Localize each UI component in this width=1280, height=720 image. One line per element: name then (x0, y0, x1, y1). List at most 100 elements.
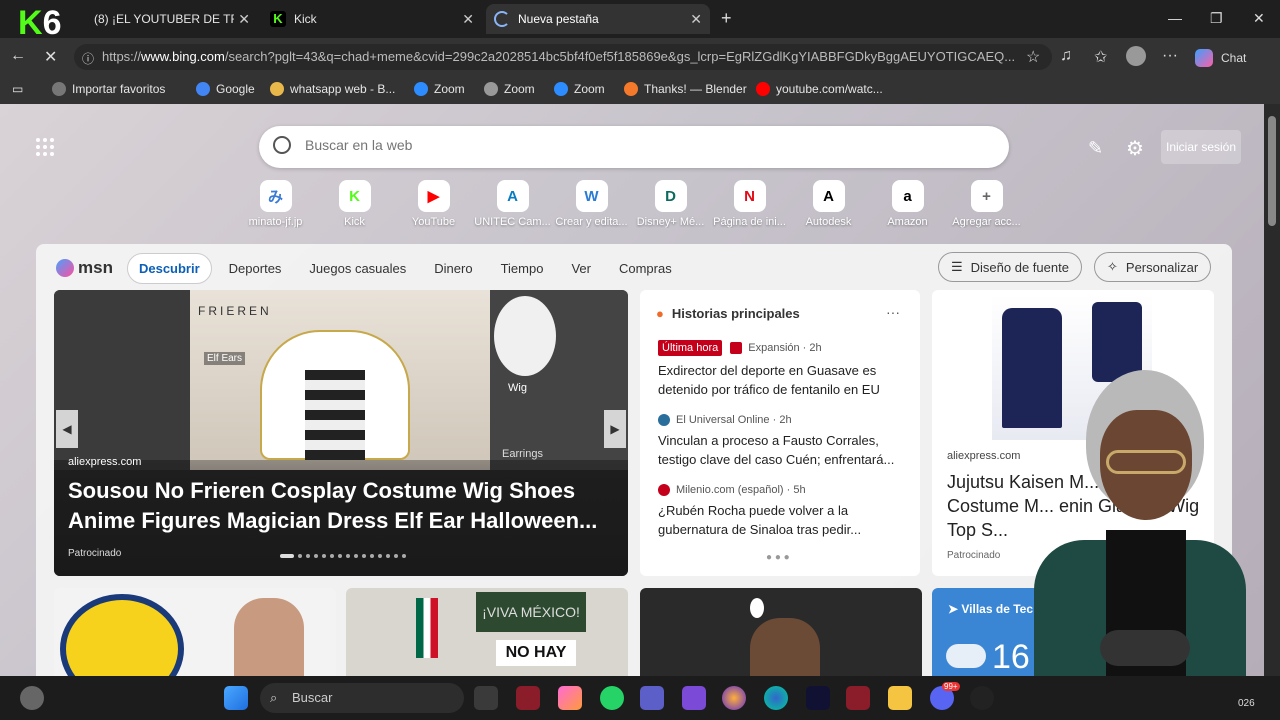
close-icon[interactable]: ✕ (238, 11, 250, 28)
font-design-button[interactable]: ☰ Diseño de fuente (938, 252, 1082, 282)
close-icon[interactable]: ✕ (690, 11, 702, 28)
news-card[interactable]: ¡VIVA MÉXICO! NO HAY (346, 588, 628, 676)
nav-deportes[interactable]: Deportes (218, 254, 293, 283)
stop-icon[interactable]: ✕ (44, 47, 57, 67)
start-icon[interactable] (224, 686, 248, 710)
disney-icon[interactable] (806, 686, 830, 710)
bookmark-label: Zoom (504, 82, 535, 96)
teams-icon[interactable] (640, 686, 664, 710)
quicklink-item[interactable]: W Crear y edita... (552, 180, 631, 228)
edge-icon[interactable] (764, 686, 788, 710)
story-title[interactable]: Vinculan a proceso a Fausto Corrales, te… (658, 431, 908, 469)
hero-title[interactable]: Sousou No Frieren Cosplay Costume Wig Sh… (68, 476, 608, 536)
quicklink-item[interactable]: K Kick (315, 180, 394, 228)
tab-kick[interactable]: K Kick ✕ (262, 4, 482, 34)
loading-icon (494, 11, 510, 27)
edit-icon[interactable]: ✎ (1088, 138, 1103, 159)
nav-descubrir[interactable]: Descubrir (126, 252, 212, 284)
nav-dinero[interactable]: Dinero (423, 254, 483, 283)
scrollbar[interactable] (1264, 104, 1280, 676)
bookmark-item[interactable]: Thanks! — Blender (624, 82, 747, 96)
video-card[interactable] (640, 588, 922, 676)
msn-logo[interactable]: msn (56, 258, 113, 278)
story-item[interactable]: Milenio.com (español) · 5h ¿Rubén Rocha … (658, 484, 908, 539)
quicklink-item[interactable]: D Disney+ Mé... (631, 180, 710, 228)
quicklink-item[interactable]: N Página de ini... (710, 180, 789, 228)
quicklink-item[interactable]: A Autodesk (789, 180, 868, 228)
profile-avatar[interactable] (1126, 46, 1146, 66)
copilot-button[interactable]: Chat (1195, 49, 1246, 67)
whatsapp-icon[interactable] (600, 686, 624, 710)
font-design-label: Diseño de fuente (970, 259, 1069, 275)
story-item[interactable]: Última hora Expansión · 2h Exdirector del… (658, 340, 908, 399)
quicklink-item[interactable]: ▶ YouTube (394, 180, 473, 228)
sidebar-toggle-icon[interactable]: ▭ (12, 82, 23, 96)
new-tab-icon[interactable]: + (721, 8, 732, 29)
more-icon[interactable]: ··· (1162, 47, 1178, 65)
file-explorer-icon[interactable] (888, 686, 912, 710)
copilot-app-icon[interactable] (558, 686, 582, 710)
bookmark-item[interactable]: Zoom (484, 82, 535, 96)
bookmark-item[interactable]: whatsapp web - B... (270, 82, 395, 96)
photos-icon[interactable] (722, 686, 746, 710)
hero-card[interactable]: Elf Ears FRIEREN Elf Ears Wig Earrings a… (54, 290, 628, 576)
tab-youtube[interactable]: (8) ¡EL YOUTUBER DE TRANSFOR ✕ (72, 4, 258, 34)
extensions-icon[interactable]: ♫ (1060, 47, 1072, 65)
story-title[interactable]: ¿Rubén Rocha puede volver a la gubernatu… (658, 501, 908, 539)
close-icon[interactable]: ✕ (462, 11, 474, 28)
app-icon[interactable] (516, 686, 540, 710)
favorites-icon[interactable]: ✩ (1094, 47, 1107, 67)
address-bar[interactable]: https://www.bing.com/search?pglt=43&q=ch… (74, 44, 1052, 70)
restore-icon[interactable]: ❐ (1210, 10, 1223, 27)
publisher-icon (658, 484, 670, 496)
window-close-icon[interactable]: ✕ (1253, 10, 1265, 27)
stories-pager[interactable]: ● ● ● (766, 552, 790, 563)
story-age: 5h (793, 484, 806, 496)
task-view-icon[interactable] (474, 686, 498, 710)
quicklink-icon: N (733, 180, 766, 212)
tab-label: (8) ¡EL YOUTUBER DE TRANSFOR (94, 12, 234, 26)
apps-grid-icon[interactable] (36, 138, 54, 156)
quicklink-item[interactable]: み minato-jf.jp (236, 180, 315, 228)
gear-icon[interactable]: ⚙ (1126, 136, 1144, 161)
tab-new[interactable]: Nueva pestaña ✕ (486, 4, 710, 34)
app-icon-2[interactable] (846, 686, 870, 710)
cloud-icon (946, 644, 986, 668)
bookmark-item[interactable]: Google (196, 82, 255, 96)
url-prefix: https:// (102, 49, 142, 64)
search-input[interactable] (305, 137, 955, 153)
site-info-icon[interactable]: ⓘ (82, 50, 94, 67)
more-options-icon[interactable]: ··· (886, 304, 900, 320)
nav-juegos[interactable]: Juegos casuales (298, 254, 417, 283)
nav-tiempo[interactable]: Tiempo (490, 254, 555, 283)
story-title[interactable]: Exdirector del deporte en Guasave es det… (658, 361, 908, 399)
carousel-next-button[interactable]: ▶ (604, 410, 626, 448)
avatar-glasses (1106, 450, 1186, 474)
bookmark-item[interactable]: Zoom (554, 82, 605, 96)
signin-button[interactable]: Iniciar sesión (1161, 130, 1241, 164)
taskbar-search[interactable]: ⌕ Buscar (260, 683, 464, 713)
quicklink-item[interactable]: + Agregar acc... (947, 180, 1026, 228)
overlay-k: K (18, 4, 43, 42)
search-box[interactable] (259, 126, 1009, 168)
quicklink-item[interactable]: A UNITEC Cam... (473, 180, 552, 228)
scrollbar-thumb[interactable] (1268, 116, 1276, 226)
nav-ver[interactable]: Ver (560, 254, 602, 283)
nav-compras[interactable]: Compras (608, 254, 683, 283)
star-icon[interactable]: ☆ (1026, 47, 1040, 67)
bookmark-item[interactable]: Zoom (414, 82, 465, 96)
bookmark-item[interactable]: Importar favoritos (52, 82, 165, 96)
app-icon-3[interactable] (970, 686, 994, 710)
discord-icon[interactable]: 99+ (930, 682, 960, 710)
bookmark-icon (270, 82, 284, 96)
minimize-icon[interactable]: — (1168, 10, 1182, 26)
story-item[interactable]: El Universal Online · 2h Vinculan a proc… (658, 414, 908, 469)
carousel-prev-button[interactable]: ◀ (56, 410, 78, 448)
bookmark-item[interactable]: youtube.com/watc... (756, 82, 883, 96)
sports-card[interactable] (54, 588, 336, 676)
widgets-icon[interactable] (20, 686, 44, 710)
clipchamp-icon[interactable] (682, 686, 706, 710)
back-icon[interactable]: ← (10, 47, 26, 65)
personalize-button[interactable]: ✧ Personalizar (1094, 252, 1212, 282)
quicklink-item[interactable]: a Amazon (868, 180, 947, 228)
